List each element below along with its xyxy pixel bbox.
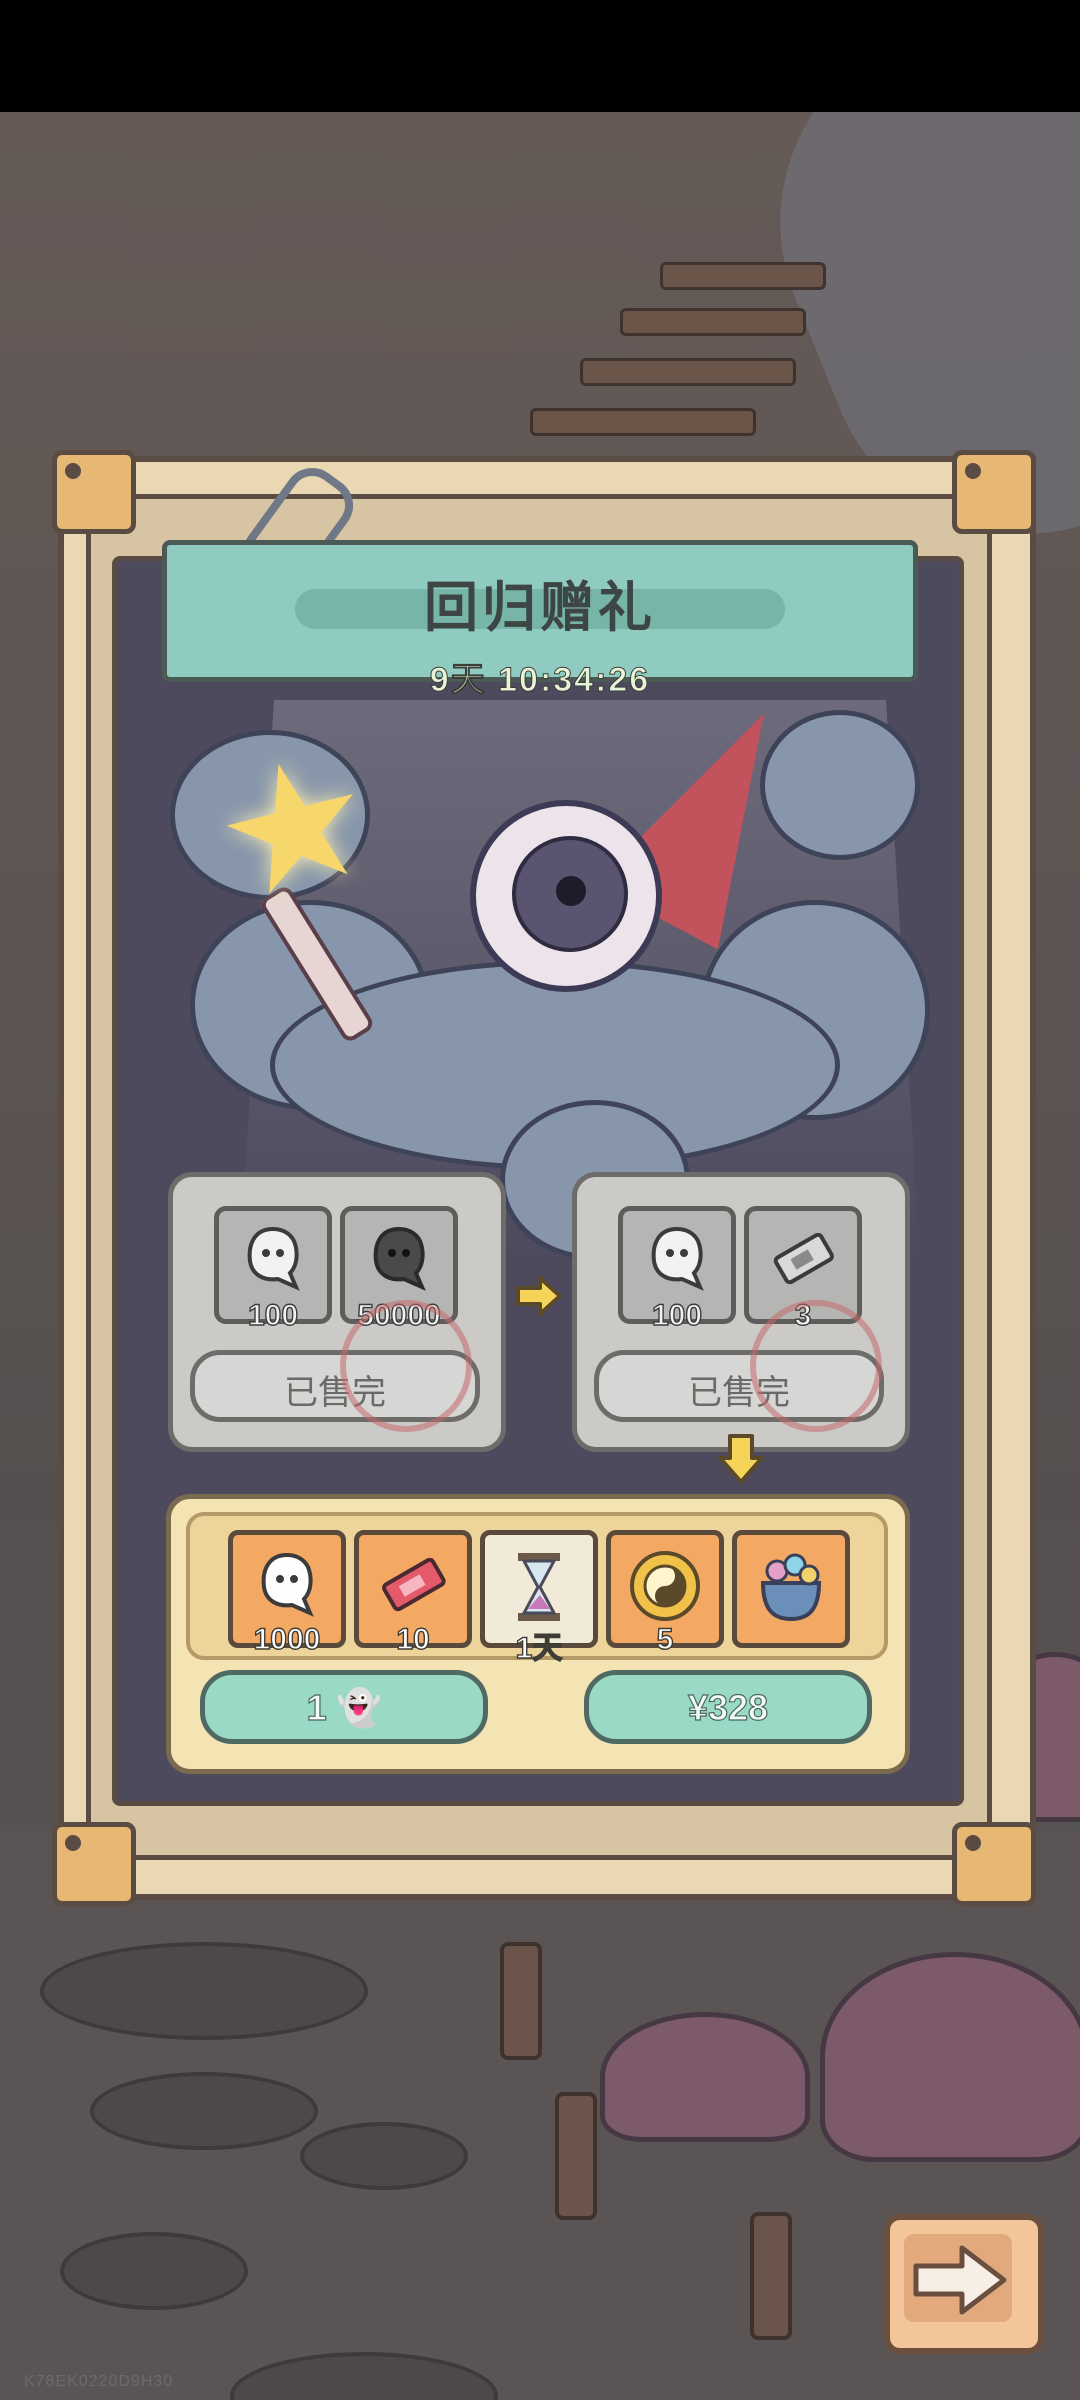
stepping-stone	[60, 2232, 248, 2310]
cash-price-button[interactable]: ¥328	[584, 1670, 872, 1744]
fence-post	[500, 1942, 542, 2060]
eyeball-character	[470, 800, 662, 992]
reward-item-2[interactable]: 10	[354, 1530, 472, 1657]
mushroom	[820, 1952, 1080, 2162]
reward-item-5[interactable]	[732, 1530, 850, 1648]
frame-corner	[952, 1822, 1036, 1906]
ghost-icon	[623, 1223, 731, 1303]
frame-corner	[952, 450, 1036, 534]
device-watermark: K78EK0220D9H30	[24, 2373, 174, 2390]
ghost-icon	[233, 1549, 341, 1629]
mushroom	[600, 2012, 810, 2142]
ghost-currency-icon: 👻	[336, 1686, 382, 1728]
next-button[interactable]	[884, 2214, 1044, 2354]
fence-post	[555, 2092, 597, 2220]
stair-step	[530, 408, 756, 436]
stair-step	[660, 262, 826, 290]
item-count: 5	[656, 1622, 674, 1656]
stair-step	[580, 358, 796, 386]
offer-2-item-1[interactable]: 100	[618, 1206, 736, 1333]
stepping-stone	[40, 1942, 368, 2040]
frame-corner	[52, 1822, 136, 1906]
ghost-icon	[219, 1223, 327, 1303]
sold-out-stamp	[750, 1300, 882, 1432]
ticket-icon	[749, 1223, 857, 1303]
stepping-stone	[300, 2122, 468, 2190]
arrow-down-icon	[718, 1434, 764, 1484]
status-bar	[0, 0, 1080, 112]
fence-post	[750, 2212, 792, 2340]
offer-1-item-1[interactable]: 100	[214, 1206, 332, 1333]
ghost-price-button[interactable]: 1 👻	[200, 1670, 488, 1744]
reward-item-4[interactable]: 5	[606, 1530, 724, 1657]
frame-corner	[52, 450, 136, 534]
dark-ghost-icon	[345, 1223, 453, 1303]
ghost-price-label: 1 👻	[306, 1686, 382, 1728]
arrow-right-icon	[913, 2245, 1007, 2315]
countdown-timer: 9天 10:34:26	[429, 661, 651, 700]
yin-yang-coin-icon	[611, 1549, 719, 1633]
cash-price-label: ¥328	[687, 1686, 769, 1728]
arrow-right-icon	[516, 1276, 562, 1316]
reward-item-1[interactable]: 1000	[228, 1530, 346, 1657]
gift-bag-icon	[737, 1549, 845, 1635]
pupil	[512, 836, 628, 952]
panel-title: 回归赠礼	[424, 578, 656, 638]
stepping-stone	[90, 2072, 318, 2150]
stair-step	[620, 308, 806, 336]
sold-out-stamp	[340, 1300, 472, 1432]
red-ticket-icon	[359, 1549, 467, 1629]
reward-item-3[interactable]: 1天	[480, 1530, 598, 1666]
